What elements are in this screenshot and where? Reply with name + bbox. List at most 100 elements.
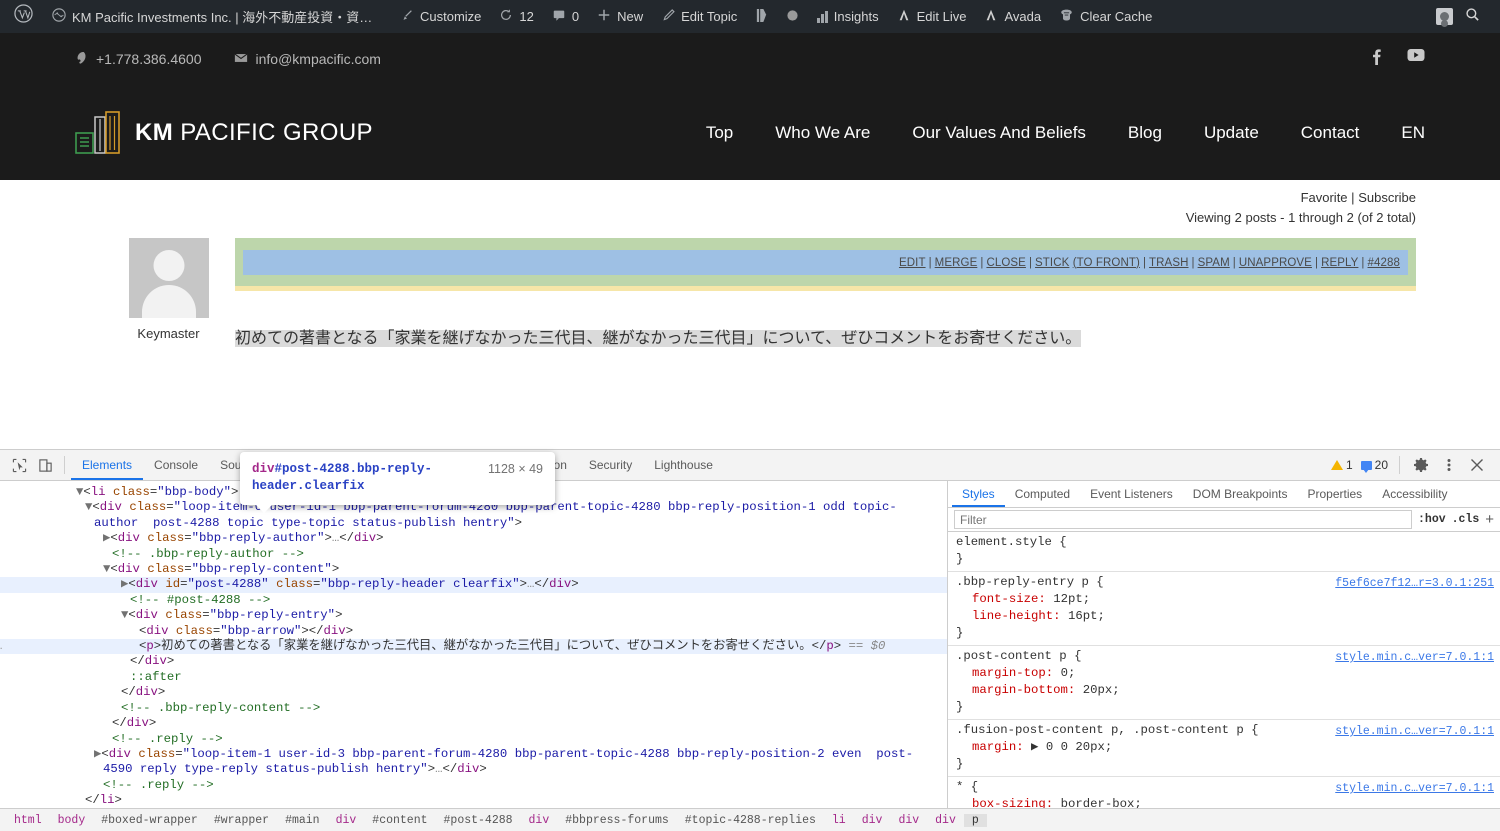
dom-node-line[interactable]: ▶<div class="loop-item-1 user-id-3 bbp-p… <box>0 747 947 778</box>
dom-node-line[interactable]: <!-- .bbp-reply-content --> <box>0 701 947 716</box>
styles-tab-properties[interactable]: Properties <box>1297 481 1372 507</box>
nav-item-contact[interactable]: Contact <box>1280 123 1381 143</box>
admin-link-post-id[interactable]: #4288 <box>1368 257 1400 269</box>
nav-item-who-we-are[interactable]: Who We Are <box>754 123 891 143</box>
nav-item-blog[interactable]: Blog <box>1107 123 1183 143</box>
breadcrumb-item[interactable]: body <box>50 814 94 827</box>
style-rule-source[interactable]: style.min.c…ver=7.0.1:1 <box>1335 723 1494 740</box>
style-rule[interactable]: element.style {} <box>948 532 1500 572</box>
breadcrumb-item[interactable]: html <box>6 814 50 827</box>
user-avatar[interactable] <box>1436 8 1453 25</box>
breadcrumb-item[interactable]: div <box>328 814 365 827</box>
styles-tab-computed[interactable]: Computed <box>1005 481 1080 507</box>
facebook-icon[interactable] <box>1372 48 1381 70</box>
youtube-icon[interactable] <box>1407 48 1425 70</box>
style-rule-source[interactable]: f5ef6ce7f12…r=3.0.1:251 <box>1335 575 1494 592</box>
cls-toggle[interactable]: .cls <box>1452 513 1480 526</box>
nav-item-top[interactable]: Top <box>685 123 754 143</box>
dom-node-line[interactable]: ▼<div class="bbp-reply-entry"> <box>0 608 947 623</box>
breadcrumb-item[interactable]: #main <box>277 814 328 827</box>
adminbar-comments[interactable]: 0 <box>543 0 588 33</box>
new-style-rule-button[interactable]: + <box>1485 511 1494 528</box>
admin-link-spam[interactable]: SPAM <box>1198 257 1230 269</box>
styles-tab-event-listeners[interactable]: Event Listeners <box>1080 481 1183 507</box>
admin-link-to-front[interactable]: (TO FRONT) <box>1073 257 1140 269</box>
dom-node-line[interactable]: ▶<div class="bbp-reply-author">…</div> <box>0 531 947 546</box>
breadcrumb-item[interactable]: div <box>890 814 927 827</box>
adminbar-new[interactable]: New <box>588 0 652 33</box>
warning-badge[interactable]: 1 <box>1328 458 1356 472</box>
email-contact[interactable]: info@kmpacific.com <box>234 51 381 67</box>
breadcrumb-item[interactable]: #bbpress-forums <box>557 814 677 827</box>
admin-link-reply[interactable]: REPLY <box>1321 257 1358 269</box>
device-toolbar-icon[interactable] <box>32 452 58 478</box>
breadcrumb-item[interactable]: #topic-4288-replies <box>677 814 824 827</box>
dom-node-line[interactable]: ▼<div class="bbp-reply-content"> <box>0 562 947 577</box>
breadcrumb-item[interactable]: div <box>927 814 964 827</box>
nav-item-language[interactable]: EN <box>1380 123 1425 143</box>
subscribe-link[interactable]: Subscribe <box>1358 190 1416 205</box>
gear-icon[interactable] <box>1408 452 1434 478</box>
style-rule-source[interactable]: style.min.c…ver=7.0.1:1 <box>1335 649 1494 666</box>
dom-tree[interactable]: ▼<li class="bbp-body"> ▼<div class="loop-… <box>0 481 947 808</box>
devtools-tab-elements[interactable]: Elements <box>71 450 143 480</box>
favorite-link[interactable]: Favorite <box>1301 190 1348 205</box>
adminbar-edit-topic[interactable]: Edit Topic <box>652 0 746 33</box>
kebab-menu-icon[interactable] <box>1436 452 1462 478</box>
close-icon[interactable] <box>1464 452 1490 478</box>
dom-node-line[interactable]: </div> <box>0 685 947 700</box>
admin-link-unapprove[interactable]: UNAPPROVE <box>1239 257 1312 269</box>
search-icon[interactable] <box>1453 7 1492 26</box>
message-badge[interactable]: 20 <box>1358 458 1391 473</box>
breadcrumb-item[interactable]: p <box>963 813 987 827</box>
breadcrumb-item[interactable]: div <box>521 814 558 827</box>
dom-node-line[interactable]: ▶<div id="post-4288" class="bbp-reply-he… <box>0 577 947 593</box>
style-rule[interactable]: f5ef6ce7f12…r=3.0.1:251 .bbp-reply-entry … <box>948 572 1500 646</box>
breadcrumb-item[interactable]: #post-4288 <box>436 814 521 827</box>
devtools-tab-security[interactable]: Security <box>578 450 643 480</box>
styles-tab-dom-breakpoints[interactable]: DOM Breakpoints <box>1183 481 1298 507</box>
adminbar-customize[interactable]: Customize <box>391 0 490 33</box>
adminbar-site-name[interactable]: KM Pacific Investments Inc. | 海外不動産投資・資産… <box>43 0 391 33</box>
inspect-element-icon[interactable] <box>6 452 32 478</box>
dom-node-line[interactable]: </div> <box>0 716 947 731</box>
devtools-tab-console[interactable]: Console <box>143 450 209 480</box>
wordpress-logo-icon[interactable] <box>8 4 43 29</box>
admin-link-trash[interactable]: TRASH <box>1149 257 1188 269</box>
dom-node-line[interactable]: … <p>初めての著書となる「家業を継げなかった三代目、継がなかった三代目」につ… <box>0 639 947 655</box>
style-rule[interactable]: style.min.c…ver=7.0.1:1 .post-content p {… <box>948 646 1500 720</box>
style-declaration[interactable]: box-sizing: border-box; <box>956 796 1494 808</box>
adminbar-avada[interactable]: Avada <box>975 0 1050 33</box>
dom-node-line[interactable]: </li> <box>0 793 947 808</box>
nav-item-update[interactable]: Update <box>1183 123 1280 143</box>
styles-tab-styles[interactable]: Styles <box>952 481 1005 507</box>
hov-toggle[interactable]: :hov <box>1418 513 1446 526</box>
dom-node-line[interactable]: <!-- .reply --> <box>0 732 947 747</box>
devtools-tab-lighthouse[interactable]: Lighthouse <box>643 450 724 480</box>
dom-node-line[interactable]: <!-- .reply --> <box>0 778 947 793</box>
breadcrumb[interactable]: html body #boxed-wrapper #wrapper #main div #c… <box>0 808 1500 831</box>
adminbar-insights[interactable]: Insights <box>808 0 887 33</box>
breadcrumb-item[interactable]: li <box>824 814 854 827</box>
styles-filter-input[interactable] <box>954 510 1413 529</box>
breadcrumb-item[interactable]: #content <box>364 814 435 827</box>
adminbar-clear-cache[interactable]: Clear Cache <box>1050 0 1161 33</box>
admin-link-edit[interactable]: EDIT <box>899 257 926 269</box>
phone-contact[interactable]: +1.778.386.4600 <box>75 51 202 68</box>
adminbar-circle[interactable] <box>777 0 808 33</box>
styles-rules-list[interactable]: element.style {} f5ef6ce7f12…r=3.0.1:251.… <box>948 532 1500 808</box>
style-rule[interactable]: style.min.c…ver=7.0.1:1 * {box-sizing: bo… <box>948 777 1500 808</box>
adminbar-edit-live[interactable]: Edit Live <box>888 0 976 33</box>
style-declaration[interactable]: margin: ▶ 0 0 20px; <box>956 739 1494 756</box>
dom-node-line[interactable]: </div> <box>0 654 947 669</box>
style-rule-source[interactable]: style.min.c…ver=7.0.1:1 <box>1335 780 1494 797</box>
dom-node-line[interactable]: ▼<div class="loop-item-0 user-id-1 bbp-p… <box>0 500 947 531</box>
style-declaration[interactable]: font-size: 12pt; <box>956 591 1494 608</box>
admin-link-close[interactable]: CLOSE <box>986 257 1026 269</box>
breadcrumb-item[interactable]: #boxed-wrapper <box>93 814 206 827</box>
dom-node-line[interactable]: <div class="bbp-arrow"></div> <box>0 624 947 639</box>
dom-node-line[interactable]: ::after <box>0 670 947 685</box>
dom-node-line[interactable]: <!-- #post-4288 --> <box>0 593 947 608</box>
styles-tab-accessibility[interactable]: Accessibility <box>1372 481 1457 507</box>
adminbar-yoast[interactable] <box>746 0 777 33</box>
